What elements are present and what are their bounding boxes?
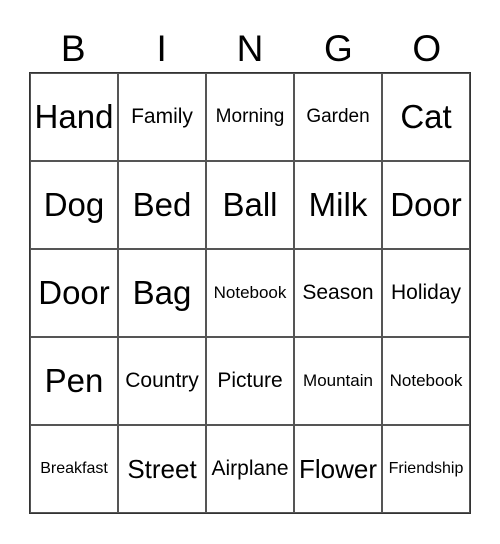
header-letter-i: I [156,28,167,69]
bingo-cell: Cat [382,73,470,161]
bingo-cell: Street [118,425,206,513]
bingo-cell: Ball [206,161,294,249]
bingo-cell: Flower [294,425,382,513]
header-letter-b: B [60,28,86,69]
bingo-cell: Dog [30,161,118,249]
bingo-cell: Picture [206,337,294,425]
bingo-cell: Morning [206,73,294,161]
bingo-grid: Hand Family Morning Garden Cat Dog Bed B… [29,72,471,514]
bingo-cell: Family [118,73,206,161]
bingo-header: B I N G O [29,27,471,71]
bingo-cell: Door [30,249,118,337]
bingo-cell: Mountain [294,337,382,425]
bingo-cell: Hand [30,73,118,161]
header-letter-g: G [323,28,353,69]
bingo-cell: Holiday [382,249,470,337]
bingo-cell: Door [382,161,470,249]
header-letter-o: O [412,28,442,69]
bingo-cell: Milk [294,161,382,249]
bingo-cell: Garden [294,73,382,161]
bingo-cell: Country [118,337,206,425]
bingo-cell: Notebook [206,249,294,337]
bingo-cell: Notebook [382,337,470,425]
bingo-cell: Breakfast [30,425,118,513]
bingo-cell: Pen [30,337,118,425]
header-letter-n: N [236,28,264,69]
bingo-cell: Friendship [382,425,470,513]
bingo-cell: Bed [118,161,206,249]
bingo-cell: Airplane [206,425,294,513]
bingo-cell: Season [294,249,382,337]
bingo-cell: Bag [118,249,206,337]
